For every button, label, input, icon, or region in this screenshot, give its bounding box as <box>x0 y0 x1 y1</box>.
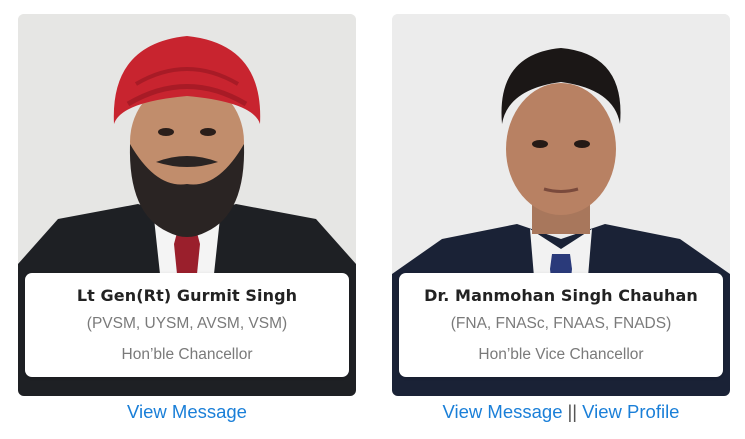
chancellor-role: Hon’ble Chancellor <box>121 346 253 363</box>
link-separator: || <box>567 401 578 422</box>
vice-chancellor-card: Dr. Manmohan Singh Chauhan (FNA, FNASc, … <box>392 14 730 396</box>
vice-chancellor-honors: (FNA, FNASc, FNAAS, FNADS) <box>450 315 672 332</box>
vice-chancellor-info-box: Dr. Manmohan Singh Chauhan (FNA, FNASc, … <box>399 273 723 377</box>
vice-chancellor-name: Dr. Manmohan Singh Chauhan <box>424 286 698 305</box>
chancellor-links: View Message <box>18 401 356 423</box>
chancellor-name: Lt Gen(Rt) Gurmit Singh <box>76 286 298 305</box>
chancellor-info-box: Lt Gen(Rt) Gurmit Singh (PVSM, UYSM, AVS… <box>25 273 349 377</box>
vice-chancellor-role: Hon’ble Vice Chancellor <box>478 346 644 363</box>
vice-chancellor-view-profile-link[interactable]: View Profile <box>582 401 679 422</box>
chancellor-card: Lt Gen(Rt) Gurmit Singh (PVSM, UYSM, AVS… <box>18 14 356 396</box>
vice-chancellor-links: View Message || View Profile <box>392 401 730 423</box>
chancellor-view-message-link[interactable]: View Message <box>127 401 247 422</box>
chancellor-honors: (PVSM, UYSM, AVSM, VSM) <box>86 315 288 332</box>
vice-chancellor-view-message-link[interactable]: View Message <box>443 401 563 422</box>
